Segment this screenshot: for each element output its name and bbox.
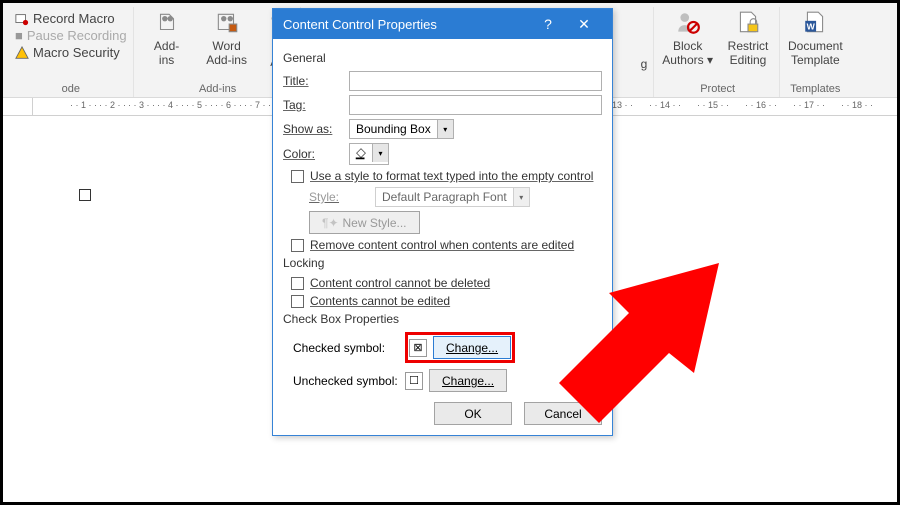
section-checkbox-props: Check Box Properties xyxy=(283,312,602,326)
pause-icon: ■ xyxy=(15,28,23,43)
addins-label: Add- ins xyxy=(154,39,179,67)
record-macro-icon xyxy=(15,12,29,26)
record-macro-label: Record Macro xyxy=(33,11,115,26)
unchecked-symbol-label: Unchecked symbol: xyxy=(293,374,405,388)
showas-value: Bounding Box xyxy=(350,122,437,136)
word-addins-button[interactable]: Word Add-ins xyxy=(202,9,252,67)
chevron-down-icon: ▾ xyxy=(437,120,453,138)
unchecked-symbol-preview: ☐ xyxy=(405,372,423,390)
group-label-protect: Protect xyxy=(700,81,735,97)
checked-symbol-label: Checked symbol: xyxy=(293,341,405,355)
content-control-properties-dialog: Content Control Properties ? ✕ General T… xyxy=(272,8,613,436)
cannot-edit-checkbox[interactable] xyxy=(291,295,304,308)
title-field-label: Title: xyxy=(283,74,343,88)
use-style-checkbox[interactable] xyxy=(291,170,304,183)
change-unchecked-symbol-button[interactable]: Change... xyxy=(429,369,507,392)
document-template-label: Document Template xyxy=(788,39,843,67)
color-label: Color: xyxy=(283,147,343,161)
ribbon-group-templates: W Document Template Templates xyxy=(782,7,849,97)
new-style-icon: ¶✦ xyxy=(322,216,339,230)
macro-tools: Record Macro ■ Pause Recording Macro Sec… xyxy=(15,9,127,60)
tag-field-label: Tag: xyxy=(283,98,343,112)
block-authors-icon xyxy=(672,9,704,37)
document-template-button[interactable]: W Document Template xyxy=(788,9,843,67)
word-addins-label: Word Add-ins xyxy=(206,39,247,67)
pause-recording-label: Pause Recording xyxy=(27,28,127,43)
dialog-titlebar[interactable]: Content Control Properties ? ✕ xyxy=(273,9,612,39)
block-authors-button[interactable]: Block Authors ▾ xyxy=(662,9,713,67)
record-macro-button[interactable]: Record Macro xyxy=(15,11,127,26)
annotation-highlight: ⊠ Change... xyxy=(405,332,515,363)
section-locking: Locking xyxy=(283,256,602,270)
tag-input[interactable] xyxy=(349,95,602,115)
change-checked-symbol-button[interactable]: Change... xyxy=(433,336,511,359)
restrict-editing-icon xyxy=(732,9,764,37)
block-authors-label: Block Authors ▾ xyxy=(662,39,713,67)
ruler-corner xyxy=(3,98,33,115)
group-label-templates: Templates xyxy=(790,81,840,97)
checkbox-content-control[interactable] xyxy=(79,189,91,201)
section-general: General xyxy=(283,51,602,65)
ribbon-group-mapping-end: g xyxy=(635,7,655,97)
help-button[interactable]: ? xyxy=(530,16,566,32)
style-label: Style: xyxy=(309,190,369,204)
dialog-title: Content Control Properties xyxy=(283,17,530,32)
style-value: Default Paragraph Font xyxy=(376,190,513,204)
ok-button[interactable]: OK xyxy=(434,402,512,425)
group-label-addins: Add-ins xyxy=(199,81,236,97)
document-template-icon: W xyxy=(799,9,831,37)
chevron-down-icon: ▾ xyxy=(372,144,388,162)
dialog-body: General Title: Tag: Show as: Bounding Bo… xyxy=(273,39,612,435)
ribbon-group-code: Record Macro ■ Pause Recording Macro Sec… xyxy=(9,7,134,97)
color-picker[interactable]: ▾ xyxy=(349,143,389,165)
new-style-button: ¶✦ New Style... xyxy=(309,211,420,234)
title-input[interactable] xyxy=(349,71,602,91)
close-button[interactable]: ✕ xyxy=(566,16,602,33)
style-combobox: Default Paragraph Font ▾ xyxy=(375,187,530,207)
svg-text:W: W xyxy=(807,22,816,32)
cannot-delete-checkbox[interactable] xyxy=(291,277,304,290)
remove-control-checkbox[interactable] xyxy=(291,239,304,252)
warning-icon xyxy=(15,46,29,60)
word-addins-icon xyxy=(211,9,243,37)
showas-label: Show as: xyxy=(283,122,343,136)
chevron-down-icon: ▾ xyxy=(513,188,529,206)
new-style-label: New Style... xyxy=(343,216,407,230)
addins-icon xyxy=(151,9,183,37)
paint-bucket-icon xyxy=(350,144,372,164)
cannot-edit-label: Contents cannot be edited xyxy=(310,294,450,308)
macro-security-label: Macro Security xyxy=(33,45,120,60)
cannot-delete-label: Content control cannot be deleted xyxy=(310,276,490,290)
restrict-editing-label: Restrict Editing xyxy=(728,39,769,67)
restrict-editing-button[interactable]: Restrict Editing xyxy=(723,9,773,67)
pause-recording-button: ■ Pause Recording xyxy=(15,28,127,43)
checked-symbol-preview: ⊠ xyxy=(409,339,427,357)
cancel-button[interactable]: Cancel xyxy=(524,402,602,425)
macro-security-button[interactable]: Macro Security xyxy=(15,45,127,60)
truncated-label: g xyxy=(641,7,648,81)
remove-control-label: Remove content control when contents are… xyxy=(310,238,574,252)
use-style-label: Use a style to format text typed into th… xyxy=(310,169,593,183)
ribbon-group-protect: Block Authors ▾ Restrict Editing Protect xyxy=(656,7,780,97)
showas-combobox[interactable]: Bounding Box ▾ xyxy=(349,119,454,139)
group-label-code: ode xyxy=(62,81,80,97)
addins-button[interactable]: Add- ins xyxy=(142,9,192,67)
